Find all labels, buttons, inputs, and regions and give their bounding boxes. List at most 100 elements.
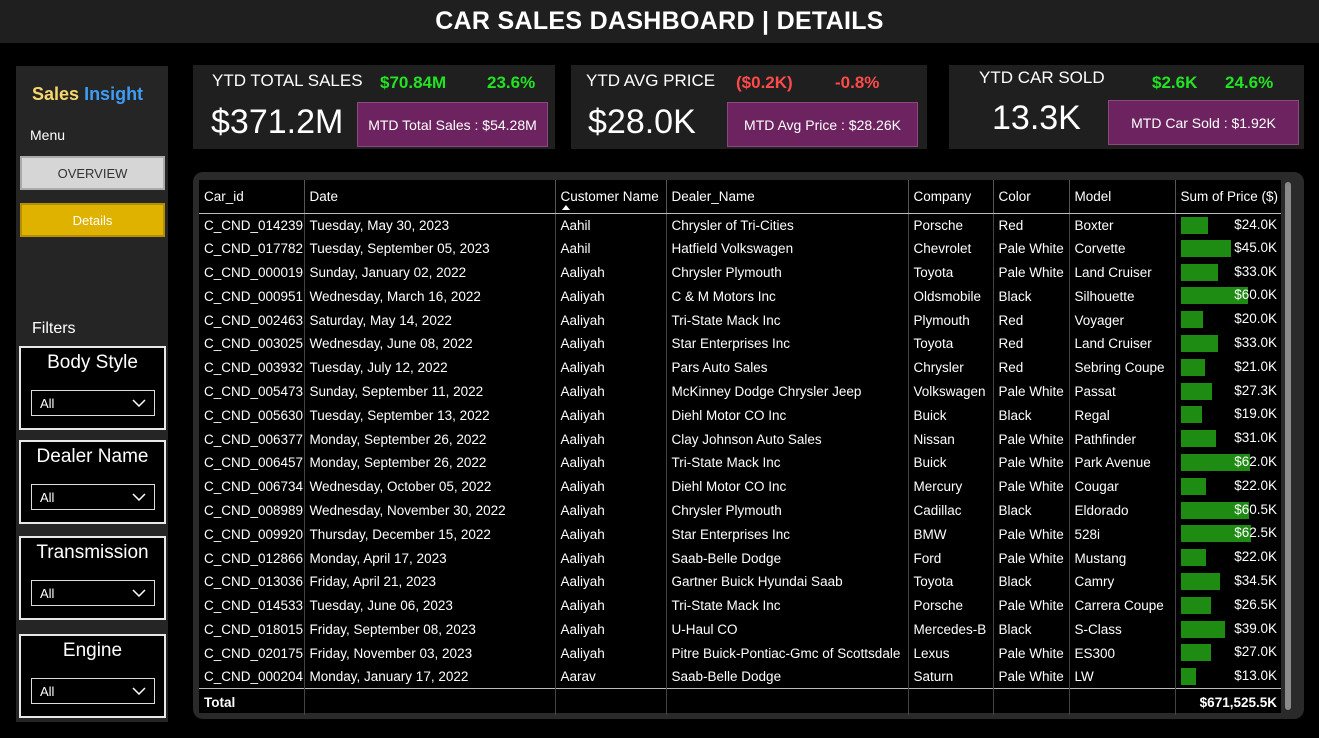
dropdown-value: All — [40, 395, 55, 411]
transmission-dropdown[interactable]: All — [31, 580, 155, 606]
cell-car-id: C_CND_006734 — [199, 474, 305, 499]
table-row[interactable]: C_CND_000204 Monday, January 17, 2022 Aara… — [199, 665, 1281, 689]
table-row[interactable]: C_CND_014533 Tuesday, June 06, 2023 Aaliya… — [199, 593, 1281, 618]
cell-sum-of-price: $62.0K — [1175, 451, 1281, 475]
engine-dropdown[interactable]: All — [31, 678, 155, 704]
table-row[interactable]: C_CND_017782 Tuesday, September 05, 2023 A… — [199, 236, 1281, 261]
column-header-model[interactable]: Model — [1069, 180, 1176, 214]
cell-car-id: C_CND_017782 — [199, 236, 305, 261]
filter-title: Dealer Name — [36, 446, 149, 467]
kpi-title: YTD CAR SOLD — [979, 68, 1105, 87]
details-table[interactable]: Car_id Date Customer Name Dealer_Name Co… — [199, 180, 1281, 715]
kpi-card-ytd-avg-price: YTD AVG PRICE ($0.2K) -0.8% $28.0K MTD A… — [571, 65, 927, 149]
overview-button[interactable]: OVERVIEW — [20, 156, 165, 190]
price-data-bar — [1180, 644, 1211, 662]
cell-date: Friday, April 21, 2023 — [304, 569, 556, 594]
cell-sum-of-price: $34.5K — [1175, 570, 1281, 594]
price-data-bar — [1180, 216, 1208, 234]
table-row[interactable]: C_CND_012866 Monday, April 17, 2023 Aaliya… — [199, 546, 1281, 570]
dealer-name-dropdown[interactable]: All — [31, 484, 155, 510]
column-header-car-id[interactable]: Car_id — [199, 180, 305, 214]
table-row[interactable]: C_CND_002463 Saturday, May 14, 2022 Aaliya… — [199, 308, 1281, 332]
cell-date: Tuesday, May 30, 2023 — [304, 213, 556, 237]
cell-color: Red — [993, 213, 1070, 237]
cell-dealer-name: Chrysler of Tri-Cities — [666, 213, 909, 237]
cell-color: Pale White — [993, 665, 1070, 689]
cell-company: Buick — [908, 450, 994, 475]
cell-customer-name: Aarav — [555, 665, 667, 689]
price-data-bar — [1180, 358, 1205, 376]
cell-sum-of-price: $33.0K — [1175, 261, 1281, 285]
scrollbar-thumb[interactable] — [1285, 182, 1291, 710]
table-row[interactable]: C_CND_003025 Wednesday, June 08, 2022 Aali… — [199, 331, 1281, 356]
kpi-value: 13.3K — [992, 99, 1081, 137]
price-value: $27.3K — [1234, 382, 1277, 398]
cell-dealer-name: Saab-Belle Dodge — [666, 546, 909, 570]
cell-date: Wednesday, November 30, 2022 — [304, 498, 556, 523]
column-header-sum-of-price[interactable]: Sum of Price ($) — [1175, 180, 1281, 214]
table-row[interactable]: C_CND_013036 Friday, April 21, 2023 Aaliya… — [199, 569, 1281, 594]
table-row[interactable]: C_CND_009920 Thursday, December 15, 2022 A… — [199, 522, 1281, 547]
table-row[interactable]: C_CND_005630 Tuesday, September 13, 2022 A… — [199, 403, 1281, 428]
table-row[interactable]: C_CND_000951 Wednesday, March 16, 2022 Aal… — [199, 284, 1281, 309]
table-row[interactable]: C_CND_005473 Sunday, September 11, 2022 Aa… — [199, 379, 1281, 404]
cell-color: Pale White — [993, 379, 1070, 404]
vertical-scrollbar[interactable] — [1284, 182, 1292, 712]
price-data-bar — [1180, 311, 1203, 329]
cell-company: Saturn — [908, 665, 994, 689]
cell-sum-of-price: $33.0K — [1175, 332, 1281, 356]
cell-color: Red — [993, 331, 1070, 356]
cell-color: Pale White — [993, 522, 1070, 547]
column-header-customer-name[interactable]: Customer Name — [555, 180, 667, 214]
table-row[interactable]: C_CND_006734 Wednesday, October 05, 2022 A… — [199, 474, 1281, 499]
details-button[interactable]: Details — [20, 203, 165, 237]
table-row[interactable]: C_CND_003932 Tuesday, July 12, 2022 Aaliya… — [199, 355, 1281, 380]
cell-company: Toyota — [908, 331, 994, 356]
cell-model: Regal — [1069, 403, 1176, 428]
empty-cell — [555, 688, 667, 715]
table-row[interactable]: C_CND_000019 Sunday, January 02, 2022 Aali… — [199, 260, 1281, 285]
cell-dealer-name: Star Enterprises Inc — [666, 522, 909, 547]
cell-dealer-name: Diehl Motor CO Inc — [666, 403, 909, 428]
table-row[interactable]: C_CND_008989 Wednesday, November 30, 2022… — [199, 498, 1281, 523]
price-data-bar — [1180, 620, 1225, 638]
column-header-dealer-name[interactable]: Dealer_Name — [666, 180, 909, 214]
cell-sum-of-price: $13.0K — [1175, 665, 1281, 689]
column-header-color[interactable]: Color — [993, 180, 1070, 214]
table-row[interactable]: C_CND_014239 Tuesday, May 30, 2023 Aahil Ch… — [199, 213, 1281, 237]
table-row[interactable]: C_CND_006457 Monday, September 26, 2022 Aa… — [199, 450, 1281, 475]
price-value: $39.0K — [1234, 620, 1277, 636]
cell-date: Thursday, December 15, 2022 — [304, 522, 556, 547]
price-data-bar — [1180, 596, 1211, 614]
cell-date: Wednesday, March 16, 2022 — [304, 284, 556, 309]
table-row[interactable]: C_CND_020175 Friday, November 03, 2023 Aal… — [199, 641, 1281, 666]
cell-company: Porsche — [908, 593, 994, 618]
cell-model: Camry — [1069, 569, 1176, 594]
cell-company: Nissan — [908, 427, 994, 451]
filter-engine: Engine All — [19, 634, 166, 718]
cell-dealer-name: Star Enterprises Inc — [666, 331, 909, 356]
header-bar: CAR SALES DASHBOARD | DETAILS — [0, 0, 1319, 43]
cell-date: Sunday, January 02, 2022 — [304, 260, 556, 285]
cell-date: Monday, September 26, 2022 — [304, 450, 556, 475]
table-row[interactable]: C_CND_006377 Monday, September 26, 2022 Aa… — [199, 427, 1281, 451]
filter-transmission: Transmission All — [19, 536, 166, 620]
cell-customer-name: Aahil — [555, 236, 667, 261]
column-header-company[interactable]: Company — [908, 180, 994, 214]
brand-text-sales: Sales — [32, 84, 80, 104]
column-header-date[interactable]: Date — [304, 180, 556, 214]
table-row[interactable]: C_CND_018015 Friday, September 08, 2023 Aa… — [199, 617, 1281, 642]
cell-date: Friday, November 03, 2023 — [304, 641, 556, 666]
table-total-row: Total $671,525.5K — [199, 688, 1281, 715]
kpi-delta-percent: 24.6% — [1225, 73, 1274, 92]
table-header-row: Car_id Date Customer Name Dealer_Name Co… — [199, 180, 1281, 214]
cell-sum-of-price: $62.5K — [1175, 522, 1281, 546]
kpi-value: $28.0K — [588, 103, 696, 141]
body-style-dropdown[interactable]: All — [31, 390, 155, 416]
price-data-bar — [1180, 549, 1206, 567]
cell-customer-name: Aaliyah — [555, 355, 667, 380]
cell-car-id: C_CND_008989 — [199, 498, 305, 523]
price-data-bar — [1180, 239, 1231, 257]
dropdown-value: All — [40, 683, 55, 699]
cell-date: Tuesday, September 13, 2022 — [304, 403, 556, 428]
